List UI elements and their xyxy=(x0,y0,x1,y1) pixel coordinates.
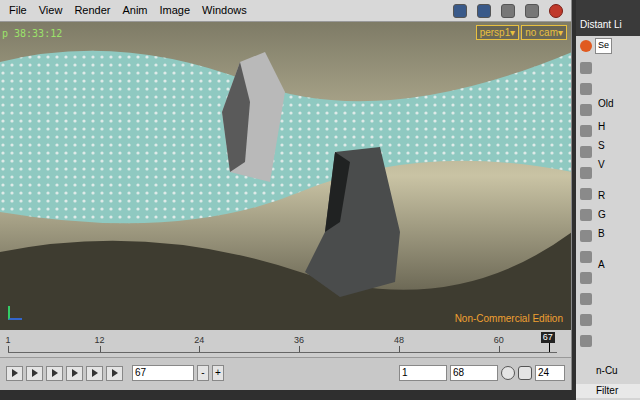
desktop: File View Render Anim Image Windows p 38:33:12… xyxy=(0,0,640,400)
tool-icon[interactable] xyxy=(580,251,592,263)
timeline[interactable]: 1122436486067 xyxy=(0,330,571,358)
menu-bar: File View Render Anim Image Windows xyxy=(0,0,571,22)
color-label: Old xyxy=(598,96,614,111)
tool-icon[interactable] xyxy=(477,4,491,18)
tool-icon[interactable] xyxy=(580,188,592,200)
tick-mark xyxy=(100,346,101,352)
tool-icon[interactable] xyxy=(580,230,592,242)
tick-mark xyxy=(399,346,400,352)
fps-field[interactable]: 24 xyxy=(535,365,565,381)
camera-menu[interactable]: persp1▾ xyxy=(476,25,520,40)
skip-start-icon[interactable] xyxy=(6,366,23,381)
parameter-panel: Distant Li Se Old HSV RGB An-Cu Filter xyxy=(576,0,640,400)
tick-mark xyxy=(499,346,500,352)
skip-end-icon-glyph xyxy=(112,369,118,377)
color-label: V xyxy=(598,157,614,172)
color-label: H xyxy=(598,119,614,134)
panel-title: Distant Li xyxy=(580,17,622,32)
play-icon-glyph xyxy=(92,369,98,377)
loop-icon[interactable] xyxy=(518,366,532,380)
menu-item[interactable]: Anim xyxy=(121,2,148,19)
play-back-icon[interactable] xyxy=(46,366,63,381)
camera-menu[interactable]: no cam▾ xyxy=(521,25,567,40)
tool-icon[interactable] xyxy=(580,125,592,137)
skip-end-icon[interactable] xyxy=(106,366,123,381)
tool-column xyxy=(580,56,592,364)
tick-mark xyxy=(299,346,300,352)
end-frame-field[interactable]: 68 xyxy=(450,365,498,381)
camera-menus: persp1▾no cam▾ xyxy=(476,25,567,40)
tool-icon[interactable] xyxy=(580,293,592,305)
partial-label: n-Cu xyxy=(576,363,640,378)
tool-icon[interactable] xyxy=(580,62,592,74)
timeline-track[interactable]: 1122436486067 xyxy=(8,334,557,353)
axes-icon xyxy=(8,306,22,320)
filter-field[interactable]: Filter xyxy=(576,384,640,398)
menu-item[interactable]: Image xyxy=(159,2,192,19)
tool-icon[interactable] xyxy=(453,4,467,18)
minus-button[interactable]: - xyxy=(197,365,209,381)
color-label: A xyxy=(598,257,614,272)
tab-row: Se xyxy=(576,36,640,56)
tool-icon[interactable] xyxy=(580,272,592,284)
step-back-icon-glyph xyxy=(32,369,38,377)
flipbook-window: File View Render Anim Image Windows p 38:33:12… xyxy=(0,0,572,390)
realtime-icon[interactable] xyxy=(501,366,515,380)
timecode: p 38:33:12 xyxy=(2,26,62,41)
viewport[interactable]: p 38:33:12 persp1▾no cam▾ Non-Commercial E… xyxy=(0,22,571,330)
skip-start-icon-glyph xyxy=(12,369,18,377)
tool-icon[interactable] xyxy=(580,167,592,179)
menu-item[interactable]: Render xyxy=(73,2,111,19)
color-label: G xyxy=(598,207,614,222)
color-label: R xyxy=(598,188,614,203)
tool-icon[interactable] xyxy=(580,104,592,116)
scene-render xyxy=(0,22,571,330)
menu-item[interactable]: File xyxy=(8,2,28,19)
stop-icon-glyph xyxy=(72,369,78,377)
playback-controls: 67-+168 24 xyxy=(0,358,571,388)
watermark: Non-Commercial Edition xyxy=(455,311,563,326)
plus-button[interactable]: + xyxy=(212,365,224,381)
window-button-icon[interactable] xyxy=(525,4,539,18)
play-back-icon-glyph xyxy=(52,369,58,377)
step-back-icon[interactable] xyxy=(26,366,43,381)
label-column: Old HSV RGB A xyxy=(598,56,614,364)
menu-item[interactable]: View xyxy=(38,2,64,19)
frame-field[interactable]: 67 xyxy=(132,365,194,381)
window-button-icon[interactable] xyxy=(501,4,515,18)
tool-icon[interactable] xyxy=(580,146,592,158)
tool-icon[interactable] xyxy=(580,209,592,221)
tick-mark xyxy=(199,346,200,352)
panel-tab[interactable]: Se xyxy=(595,38,612,54)
tool-icon[interactable] xyxy=(580,335,592,347)
current-frame-badge: 67 xyxy=(541,332,555,343)
stop-icon[interactable] xyxy=(66,366,83,381)
panel-body: Old HSV RGB A xyxy=(576,56,640,364)
timeline-cursor[interactable]: 67 xyxy=(549,332,550,352)
color-label: B xyxy=(598,226,614,241)
houdini-icon xyxy=(580,40,592,52)
tool-icon[interactable] xyxy=(580,83,592,95)
menu-item[interactable]: Windows xyxy=(201,2,248,19)
play-icon[interactable] xyxy=(86,366,103,381)
tick-mark xyxy=(8,346,9,352)
start-frame-field[interactable]: 1 xyxy=(399,365,447,381)
tool-icon[interactable] xyxy=(580,314,592,326)
panel-header: Distant Li xyxy=(576,0,640,36)
close-icon[interactable] xyxy=(549,4,563,18)
color-label: S xyxy=(598,138,614,153)
